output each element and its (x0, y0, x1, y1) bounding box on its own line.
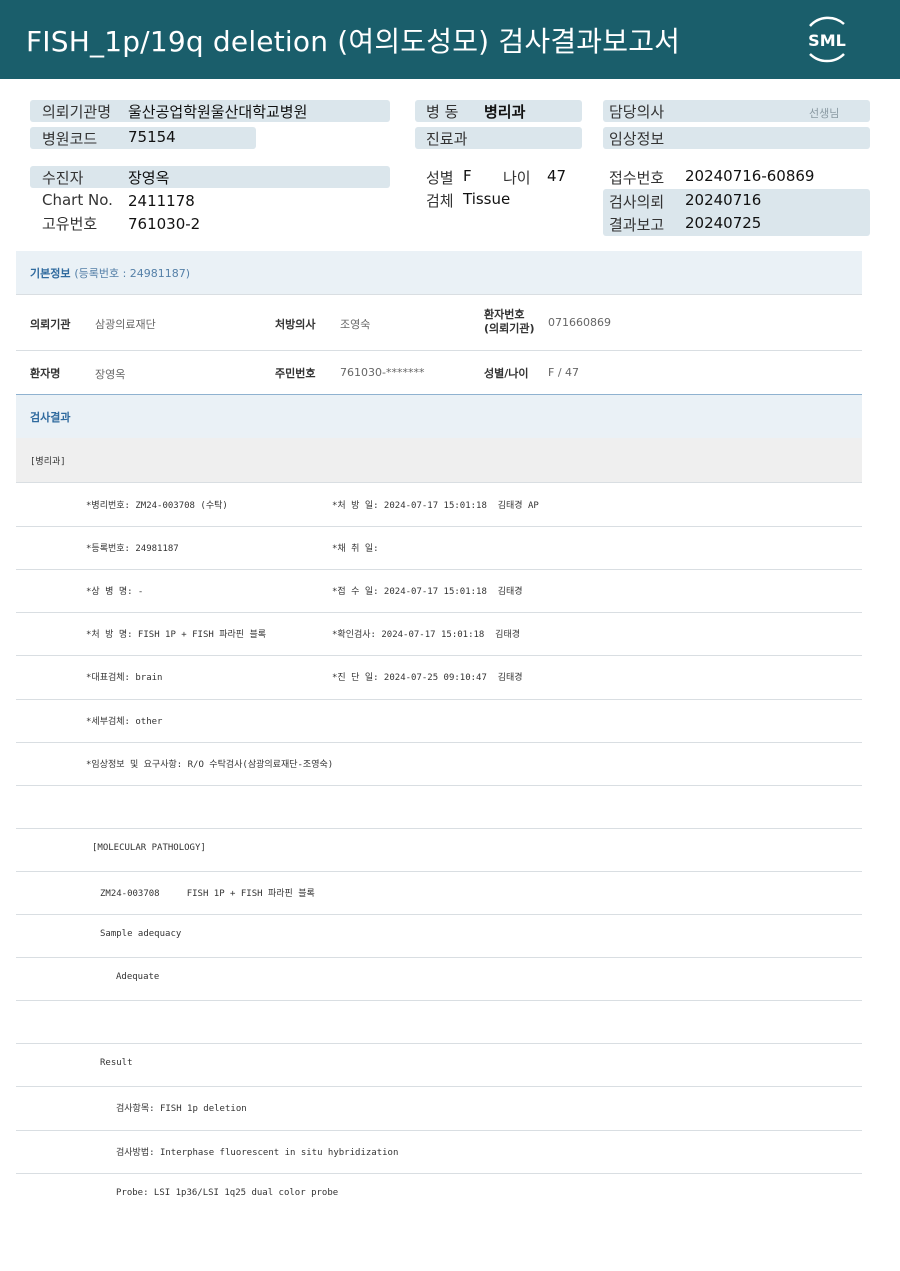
specimen-value: Tissue (463, 190, 511, 208)
result-line-left: Probe: LSI 1p36/LSI 1q25 dual color prob… (116, 1187, 339, 1198)
result-line-left: 검사방법: Interphase fluorescent in situ hyb… (116, 1147, 399, 1158)
request-label: 검사의뢰 (609, 193, 665, 211)
sex-value: F (463, 167, 472, 185)
report-title: FISH_1p/19q deletion (여의도성모) 검사결과보고서 (26, 25, 681, 58)
basic-info-header: 기본정보 (등록번호 : 24981187) (16, 251, 862, 294)
logo-text: SML (808, 31, 846, 50)
dept-tag-row: [병리과] (16, 438, 862, 482)
unique-label: 고유번호 (42, 215, 98, 233)
info-label: 환자명 (30, 367, 61, 380)
info-label: 의뢰기관 (30, 318, 71, 331)
divider (16, 350, 862, 351)
dept-label: 진료과 (426, 130, 468, 148)
age-label: 나이 (503, 169, 531, 187)
info-value: 삼광의료재단 (95, 318, 156, 331)
examinee-label: 수진자 (42, 169, 84, 187)
result-line-left: *임상정보 및 요구사항: R/O 수탁검사(삼광의료재단-조영숙) (86, 759, 334, 770)
report-value: 20240725 (685, 214, 762, 232)
divider (16, 482, 862, 483)
clinical-label: 임상정보 (609, 130, 665, 148)
hospital-code-label: 병원코드 (42, 130, 98, 148)
divider (16, 655, 862, 656)
info-value: F / 47 (548, 366, 580, 379)
receipt-label: 접수번호 (609, 169, 665, 187)
chart-label: Chart No. (42, 191, 113, 209)
examinee-box (30, 166, 390, 188)
result-line-left: *세부검체: other (86, 716, 163, 727)
divider (16, 742, 862, 743)
divider (16, 1000, 862, 1001)
result-line-left: *병리번호: ZM24-003708 (수탁) (86, 501, 228, 511)
request-value: 20240716 (685, 191, 762, 209)
result-line-left: Adequate (116, 972, 160, 983)
info-value: 761030-******* (340, 366, 425, 379)
specimen-label: 검체 (426, 192, 454, 210)
result-line-left: *등록번호: 24981187 (86, 544, 179, 555)
divider (16, 828, 862, 829)
ward-label: 병 동 (426, 103, 459, 121)
examinee-value: 장영옥 (128, 169, 170, 187)
sex-label: 성별 (426, 169, 454, 187)
info-label: 주민번호 (275, 367, 316, 380)
institution-label: 의뢰기관명 (42, 103, 112, 121)
result-line-left: 검사항목: FISH 1p deletion (116, 1104, 247, 1115)
divider (16, 871, 862, 872)
result-line-left: *상 병 명: - (86, 587, 144, 598)
result-line-left: *대표검체: brain (86, 673, 163, 684)
divider (16, 957, 862, 958)
info-label: 환자번호 (의뢰기관) (484, 308, 535, 335)
result-line-left: *처 방 명: FISH 1P + FISH 파라핀 블록 (86, 630, 267, 641)
institution-value: 울산공업학원울산대학교병원 (128, 103, 308, 121)
dept-tag: [병리과] (30, 457, 66, 467)
result-line-right: *진 단 일: 2024-07-25 09:10:47 김태경 (332, 673, 523, 684)
basic-info-note: (등록번호 : 24981187) (74, 267, 191, 280)
result-line-left: Result (100, 1058, 133, 1069)
divider (16, 785, 862, 786)
result-line-left: Sample adequacy (100, 929, 182, 939)
result-line-left: [MOLECULAR PATHOLOGY] (92, 842, 206, 853)
result-line-right: *확인검사: 2024-07-17 15:01:18 김태경 (332, 630, 521, 641)
sml-logo: SML (800, 12, 854, 66)
result-line-left: ZM24-003708 FISH 1P + FISH 파라핀 블록 (100, 888, 315, 899)
divider (16, 569, 862, 570)
receipt-value: 20240716-60869 (685, 167, 815, 185)
ward-value: 병리과 (484, 103, 526, 121)
report-label: 결과보고 (609, 216, 665, 234)
doctor-label: 담당의사 (609, 103, 665, 121)
hospital-code-value: 75154 (128, 128, 176, 146)
divider (16, 1086, 862, 1087)
divider (16, 612, 862, 613)
doctor-suffix: 선생님 (809, 107, 840, 120)
info-label: 성별/나이 (484, 367, 529, 380)
info-value: 장영옥 (95, 368, 126, 381)
divider (16, 1043, 862, 1044)
basic-info-title: 기본정보 (등록번호 : 24981187) (30, 265, 190, 281)
result-line-right: *처 방 일: 2024-07-17 15:01:18 김태경 AP (332, 501, 539, 511)
divider (16, 914, 862, 915)
basic-info-title-text: 기본정보 (30, 267, 71, 280)
divider (16, 294, 862, 295)
info-value: 071660869 (548, 316, 611, 329)
unique-value: 761030-2 (128, 215, 201, 233)
info-label: 처방의사 (275, 318, 316, 331)
chart-value: 2411178 (128, 192, 195, 210)
divider (16, 1173, 862, 1174)
info-value: 조영숙 (340, 318, 371, 331)
age-value: 47 (547, 167, 567, 185)
divider (16, 1130, 862, 1131)
divider (16, 699, 862, 700)
report-header: FISH_1p/19q deletion (여의도성모) 검사결과보고서 SML (0, 0, 900, 79)
result-header: 검사결과 (16, 395, 862, 438)
divider (16, 526, 862, 527)
result-line-right: *채 취 일: (332, 544, 379, 555)
result-line-right: *접 수 일: 2024-07-17 15:01:18 김태경 (332, 587, 523, 598)
result-title: 검사결과 (30, 411, 71, 424)
